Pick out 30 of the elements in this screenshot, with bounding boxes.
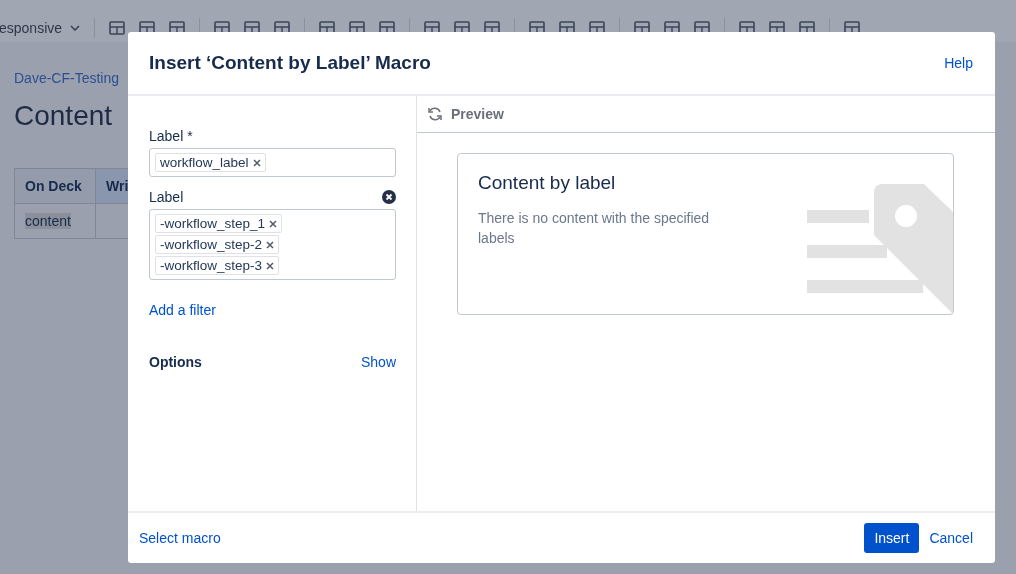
help-link[interactable]: Help <box>944 55 973 71</box>
grid-icon[interactable] <box>109 21 126 35</box>
label-tag[interactable]: workflow_label <box>155 153 266 172</box>
style-dropdown[interactable]: esponsive <box>0 20 81 36</box>
label-input-field[interactable]: workflow_label <box>149 148 396 177</box>
empty-message: There is no content with the specified labels <box>478 209 711 248</box>
field-label: Label * <box>149 128 193 144</box>
preview-heading: Preview <box>451 106 504 122</box>
add-filter-link[interactable]: Add a filter <box>149 302 396 318</box>
dialog-title: Insert ‘Content by Label’ Macro <box>149 52 431 74</box>
page-title: Content <box>14 100 113 132</box>
cancel-link[interactable]: Cancel <box>929 530 973 546</box>
card-title: Content by label <box>478 172 617 194</box>
select-macro-link[interactable]: Select macro <box>139 530 221 546</box>
table-cell: content <box>14 203 96 239</box>
label-input-field[interactable]: -workflow_step_1 -workflow_step-2 -workflow_step-3 <box>149 209 396 280</box>
show-link[interactable]: Show <box>360 354 396 370</box>
label-tag[interactable]: -workflow_step_1 <box>155 214 283 233</box>
remove-icon[interactable] <box>266 240 275 249</box>
insert-button[interactable]: Insert <box>864 523 920 553</box>
clear-icon[interactable] <box>382 190 396 204</box>
label-tag[interactable]: -workflow_step-3 <box>155 256 280 275</box>
caret-icon <box>70 25 81 31</box>
remove-icon[interactable] <box>252 158 261 167</box>
table-header-cell: On Deck <box>14 168 96 204</box>
options-label: Options <box>149 354 202 370</box>
refresh-icon[interactable] <box>427 106 443 122</box>
remove-icon[interactable] <box>266 261 275 270</box>
remove-icon[interactable] <box>269 219 278 228</box>
label-tag[interactable]: -workflow_step-2 <box>155 235 280 254</box>
